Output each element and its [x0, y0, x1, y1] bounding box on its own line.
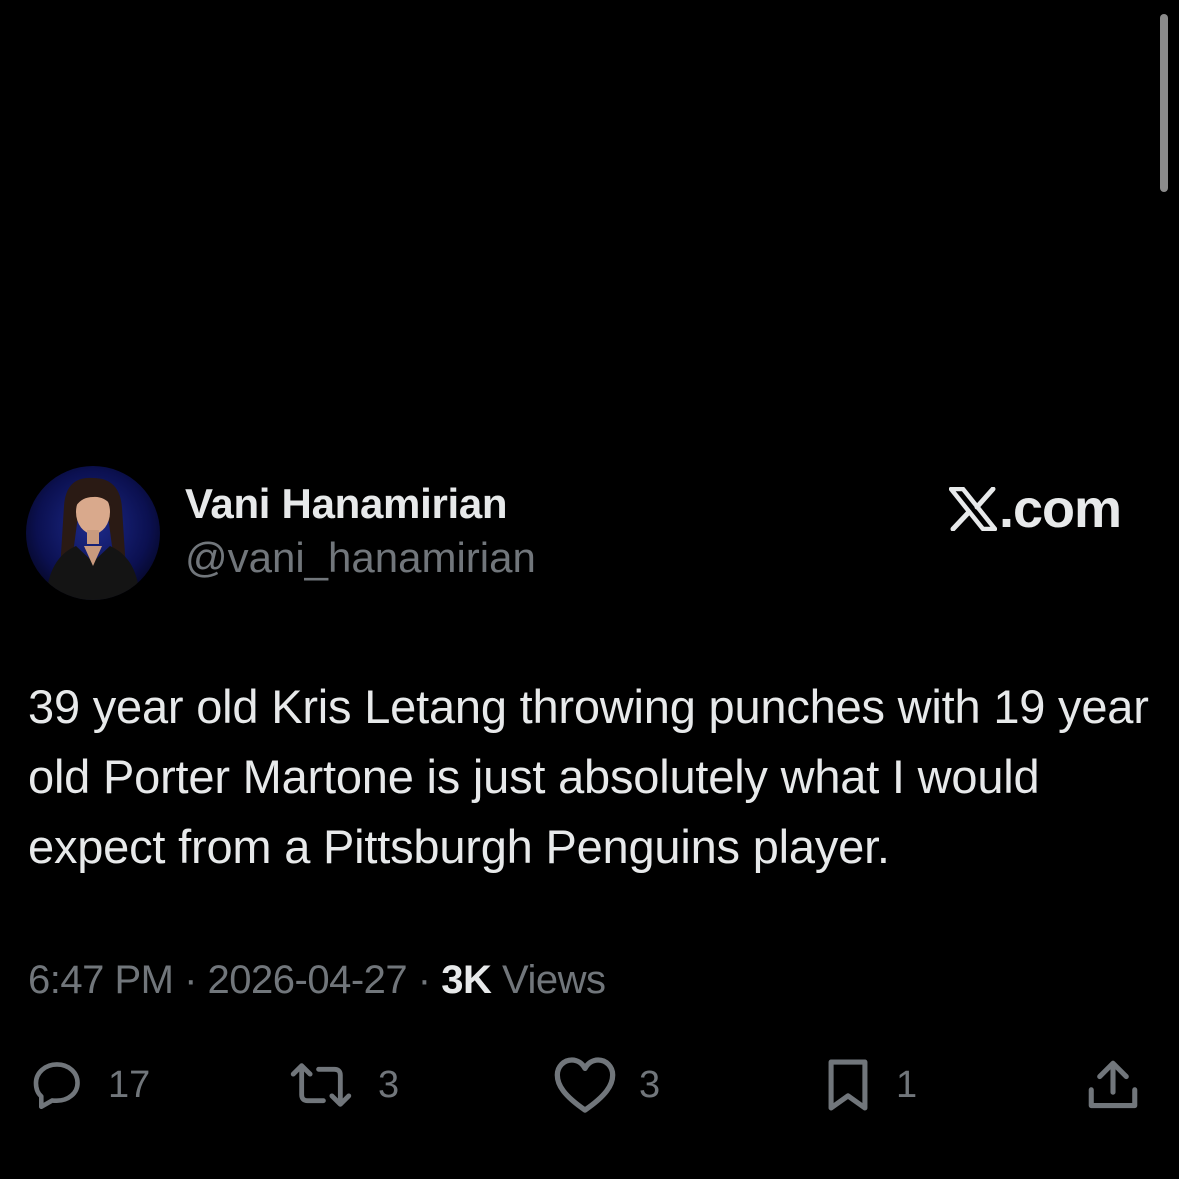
tweet-meta: 6:47 PM · 2026-04-27 · 3K Views	[28, 958, 606, 1003]
tweet-time[interactable]: 6:47 PM	[28, 958, 174, 1002]
author-display-name[interactable]: Vani Hanamirian	[185, 480, 508, 528]
like-count: 3	[639, 1063, 661, 1106]
share-icon	[1084, 1056, 1142, 1114]
reply-count: 17	[108, 1063, 151, 1106]
reply-icon	[28, 1056, 86, 1114]
tweet-text: 39 year old Kris Letang throwing punches…	[28, 680, 1149, 873]
views-label: Views	[502, 958, 606, 1002]
scrollbar[interactable]	[1160, 14, 1168, 192]
share-button[interactable]	[1084, 1056, 1142, 1114]
repost-icon	[286, 1056, 356, 1114]
heart-icon	[553, 1056, 617, 1114]
brand-domain-label: .com	[998, 479, 1122, 539]
bookmark-count: 1	[896, 1063, 918, 1106]
bookmark-icon	[822, 1056, 874, 1114]
brand-watermark: .com	[948, 478, 1122, 540]
views-count: 3K	[441, 958, 492, 1002]
repost-count: 3	[378, 1063, 400, 1106]
tweet-date[interactable]: 2026-04-27	[208, 958, 408, 1002]
bookmark-button[interactable]: 1	[822, 1056, 917, 1114]
x-logo-icon	[948, 487, 999, 531]
like-button[interactable]: 3	[553, 1056, 660, 1114]
meta-separator: ·	[417, 958, 431, 1002]
author-handle[interactable]: @vani_hanamirian	[185, 534, 536, 582]
avatar[interactable]	[26, 466, 160, 600]
reply-button[interactable]: 17	[28, 1056, 150, 1114]
repost-button[interactable]: 3	[286, 1056, 399, 1114]
meta-separator: ·	[184, 958, 197, 1002]
